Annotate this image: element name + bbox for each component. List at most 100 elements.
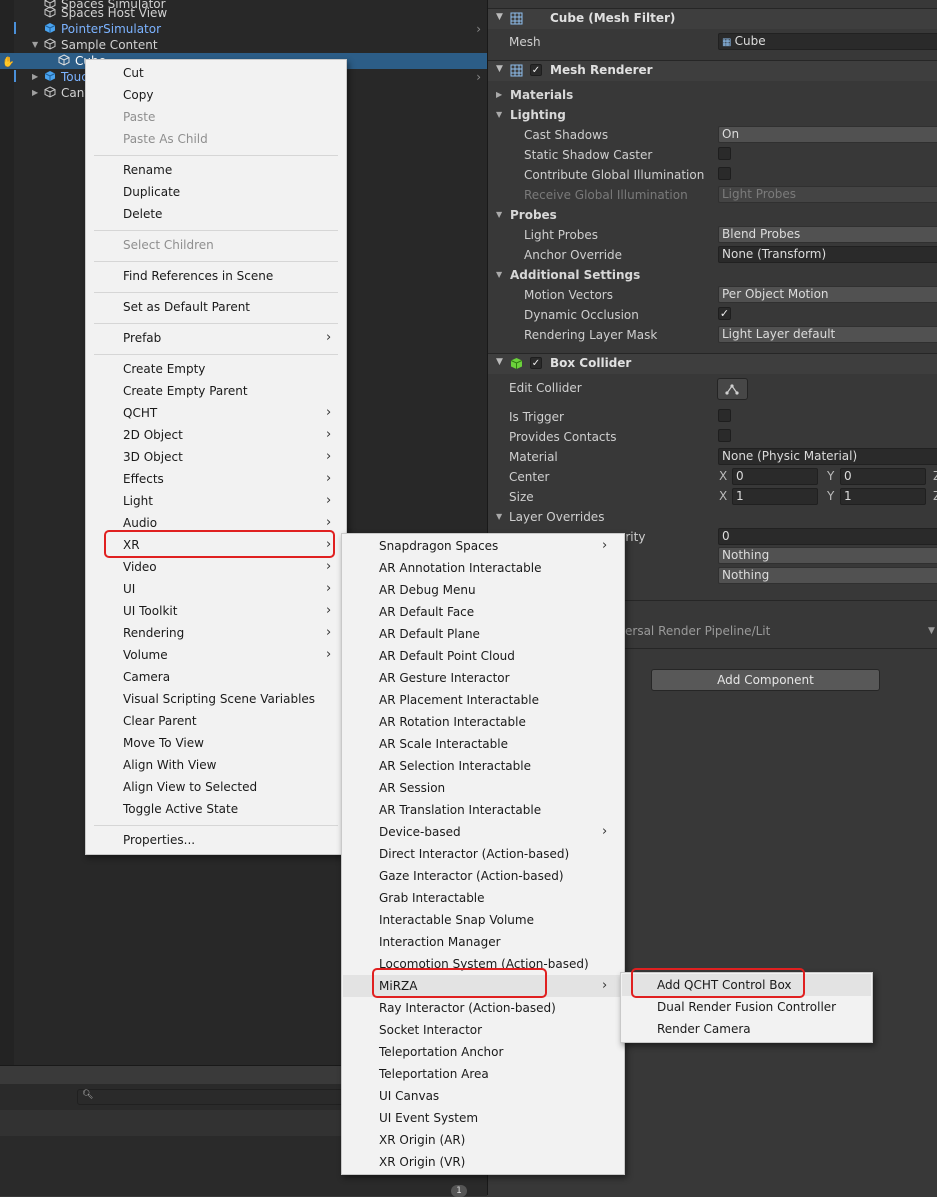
context-menu-item-visual-scripting-scene-variables[interactable]: Visual Scripting Scene Variables <box>86 688 346 710</box>
context-menu-item-align-view-to-selected[interactable]: Align View to Selected <box>86 776 346 798</box>
xr-menu-item-ar-gesture-interactor[interactable]: AR Gesture Interactor <box>343 667 623 689</box>
xr-menu-item-ar-default-plane[interactable]: AR Default Plane <box>343 623 623 645</box>
context-menu-item-ui-toolkit[interactable]: UI Toolkit › <box>86 600 346 622</box>
center-x-field[interactable]: 0 <box>732 468 818 485</box>
shader-dropdown-label[interactable]: ersal Render Pipeline/Lit <box>625 624 770 638</box>
static-shadow-checkbox[interactable] <box>718 147 731 160</box>
expand-arrow-icon[interactable]: ▶ <box>32 69 38 85</box>
context-menu-item-align-with-view[interactable]: Align With View <box>86 754 346 776</box>
xr-menu-item-ar-default-point-cloud[interactable]: AR Default Point Cloud <box>343 645 623 667</box>
foldout-arrow-icon[interactable]: ▼ <box>496 357 503 367</box>
edit-collider-button[interactable] <box>717 378 748 400</box>
foldout-arrow-icon[interactable]: ▼ <box>496 12 503 22</box>
provides-contacts-checkbox[interactable] <box>718 429 731 442</box>
chevron-right-icon[interactable]: › <box>476 69 481 85</box>
context-menu-item-2d-object[interactable]: 2D Object › <box>86 424 346 446</box>
physic-material-field[interactable]: None (Physic Material) <box>718 448 937 465</box>
xr-menu-item-xr-origin-vr[interactable]: XR Origin (VR) <box>343 1151 623 1173</box>
size-y-field[interactable]: 1 <box>840 488 926 505</box>
xr-menu-item-ui-canvas[interactable]: UI Canvas <box>343 1085 623 1107</box>
context-menu-item-qcht[interactable]: QCHT › <box>86 402 346 424</box>
additional-settings-foldout[interactable]: ▼ Additional Settings <box>488 266 937 284</box>
mirza-menu-item-render-camera[interactable]: Render Camera <box>622 1018 871 1040</box>
xr-menu-item-ar-rotation-interactable[interactable]: AR Rotation Interactable <box>343 711 623 733</box>
xr-menu-item-ar-default-face[interactable]: AR Default Face <box>343 601 623 623</box>
xr-menu-item-interaction-manager[interactable]: Interaction Manager <box>343 931 623 953</box>
foldout-arrow-icon[interactable]: ▼ <box>496 512 502 521</box>
context-menu-item-cut[interactable]: Cut <box>86 62 346 84</box>
context-menu-item-camera[interactable]: Camera <box>86 666 346 688</box>
context-menu-item-delete[interactable]: Delete <box>86 203 346 225</box>
context-menu-item-3d-object[interactable]: 3D Object › <box>86 446 346 468</box>
context-menu-item-prefab[interactable]: Prefab › <box>86 327 346 349</box>
enabled-checkbox[interactable]: ✓ <box>530 64 542 76</box>
mesh-renderer-header[interactable]: ▼ ✓ Mesh Renderer <box>488 60 937 81</box>
context-menu-item-rename[interactable]: Rename <box>86 159 346 181</box>
expand-arrow-icon[interactable]: ▼ <box>32 37 38 53</box>
add-component-button[interactable]: Add Component <box>651 669 880 691</box>
lighting-foldout[interactable]: ▼ Lighting <box>488 106 937 124</box>
context-menu-item-move-to-view[interactable]: Move To View <box>86 732 346 754</box>
hierarchy-item-spaces-host-view[interactable]: Spaces Host View <box>14 5 487 21</box>
xr-menu-item-ar-annotation-interactable[interactable]: AR Annotation Interactable <box>343 557 623 579</box>
context-menu-item-create-empty-parent[interactable]: Create Empty Parent <box>86 380 346 402</box>
xr-menu-item-xr-origin-ar[interactable]: XR Origin (AR) <box>343 1129 623 1151</box>
hierarchy-item-pointer-simulator[interactable]: PointerSimulator › <box>14 21 487 37</box>
mesh-filter-header[interactable]: ▼ Cube (Mesh Filter) <box>488 8 937 29</box>
context-menu-item-set-as-default-parent[interactable]: Set as Default Parent <box>86 296 346 318</box>
context-menu-item-find-references-in-scene[interactable]: Find References in Scene <box>86 265 346 287</box>
hierarchy-item-sample-content[interactable]: ▼ Sample Content <box>14 37 487 53</box>
context-menu-item-copy[interactable]: Copy <box>86 84 346 106</box>
exclude-layers-dropdown[interactable]: Nothing <box>718 567 937 584</box>
xr-menu-item-teleportation-area[interactable]: Teleportation Area <box>343 1063 623 1085</box>
light-probes-dropdown[interactable]: Blend Probes <box>718 226 937 243</box>
xr-menu-item-ar-selection-interactable[interactable]: AR Selection Interactable <box>343 755 623 777</box>
contribute-gi-checkbox[interactable] <box>718 167 731 180</box>
include-layers-dropdown[interactable]: Nothing <box>718 547 937 564</box>
context-menu-item-effects[interactable]: Effects › <box>86 468 346 490</box>
xr-menu-item-ar-session[interactable]: AR Session <box>343 777 623 799</box>
dropdown-arrow-icon[interactable]: ▼ <box>928 626 935 636</box>
xr-menu-item-direct-interactor-action-based[interactable]: Direct Interactor (Action-based) <box>343 843 623 865</box>
context-menu-item-volume[interactable]: Volume › <box>86 644 346 666</box>
context-menu-item-properties[interactable]: Properties... <box>86 829 346 851</box>
foldout-arrow-icon[interactable]: ▼ <box>496 110 502 119</box>
context-menu-item-rendering[interactable]: Rendering › <box>86 622 346 644</box>
context-menu-item-duplicate[interactable]: Duplicate <box>86 181 346 203</box>
layer-overrides-foldout[interactable]: ▼ Layer Overrides <box>488 508 937 526</box>
foldout-arrow-icon[interactable]: ▼ <box>496 64 503 74</box>
mesh-field[interactable]: ▦ Cube <box>718 33 937 50</box>
context-menu-item-create-empty[interactable]: Create Empty <box>86 358 346 380</box>
xr-menu-item-ar-translation-interactable[interactable]: AR Translation Interactable <box>343 799 623 821</box>
context-menu-item-clear-parent[interactable]: Clear Parent <box>86 710 346 732</box>
center-y-field[interactable]: 0 <box>840 468 926 485</box>
xr-menu-item-grab-interactable[interactable]: Grab Interactable <box>343 887 623 909</box>
xr-menu-item-device-based[interactable]: Device-based › <box>343 821 623 843</box>
xr-menu-item-snapdragon-spaces[interactable]: Snapdragon Spaces › <box>343 535 623 557</box>
priority-field[interactable]: 0 <box>718 528 937 545</box>
xr-menu-item-gaze-interactor-action-based[interactable]: Gaze Interactor (Action-based) <box>343 865 623 887</box>
render-layer-dropdown[interactable]: Light Layer default <box>718 326 937 343</box>
xr-menu-item-ar-scale-interactable[interactable]: AR Scale Interactable <box>343 733 623 755</box>
context-menu-item-light[interactable]: Light › <box>86 490 346 512</box>
xr-menu-item-ar-debug-menu[interactable]: AR Debug Menu <box>343 579 623 601</box>
context-menu-item-ui[interactable]: UI › <box>86 578 346 600</box>
box-collider-header[interactable]: ▼ ✓ Box Collider <box>488 353 937 374</box>
foldout-arrow-icon[interactable]: ▶ <box>496 90 502 99</box>
context-menu-item-toggle-active-state[interactable]: Toggle Active State <box>86 798 346 820</box>
size-x-field[interactable]: 1 <box>732 488 818 505</box>
anchor-override-field[interactable]: None (Transform) <box>718 246 937 263</box>
foldout-arrow-icon[interactable]: ▼ <box>496 210 502 219</box>
cast-shadows-dropdown[interactable]: On <box>718 126 937 143</box>
motion-vectors-dropdown[interactable]: Per Object Motion <box>718 286 937 303</box>
mirza-menu-item-dual-render-fusion-controller[interactable]: Dual Render Fusion Controller <box>622 996 871 1018</box>
materials-foldout[interactable]: ▶ Materials <box>488 86 937 104</box>
xr-menu-item-interactable-snap-volume[interactable]: Interactable Snap Volume <box>343 909 623 931</box>
is-trigger-checkbox[interactable] <box>718 409 731 422</box>
enabled-checkbox[interactable]: ✓ <box>530 357 542 369</box>
expand-arrow-icon[interactable]: ▶ <box>32 85 38 101</box>
chevron-right-icon[interactable]: › <box>476 21 481 37</box>
xr-menu-item-ar-placement-interactable[interactable]: AR Placement Interactable <box>343 689 623 711</box>
context-menu-item-video[interactable]: Video › <box>86 556 346 578</box>
dynamic-occlusion-checkbox[interactable]: ✓ <box>718 307 731 320</box>
